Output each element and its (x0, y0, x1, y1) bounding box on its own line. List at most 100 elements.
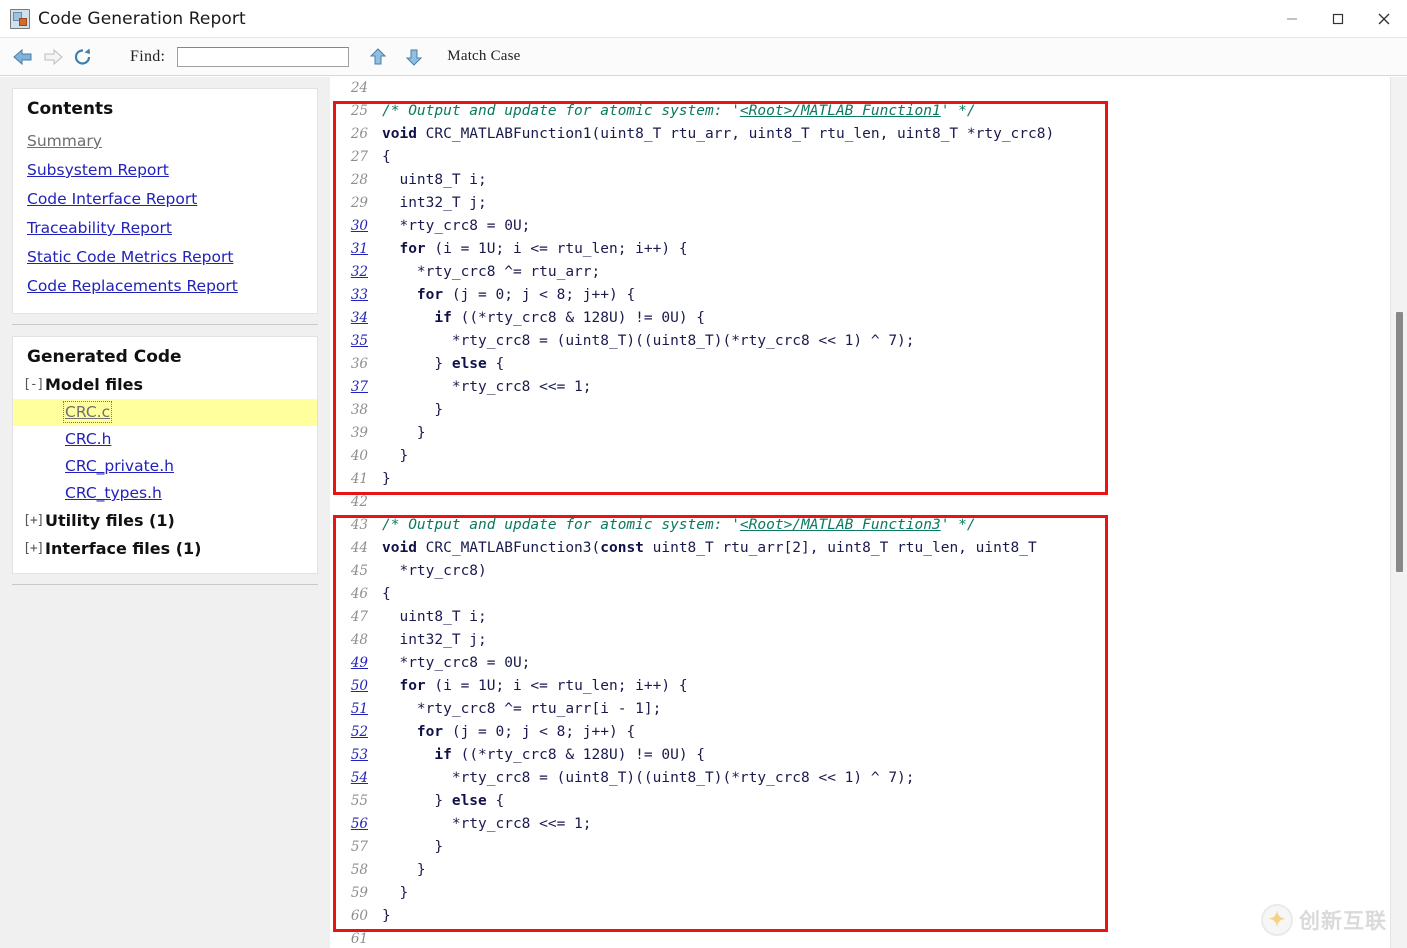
code-line: 26 void CRC_MATLABFunction1(uint8_T rtu_a… (346, 123, 1390, 146)
code-line-number-link[interactable]: 31 (346, 238, 382, 261)
find-label: Find: (130, 47, 166, 65)
code-text: } (382, 402, 444, 418)
contents-panel: Contents Summary Subsystem Report Code Int… (12, 88, 318, 314)
code-line-text: } else { (382, 353, 504, 376)
match-case-label[interactable]: Match Case (447, 48, 520, 65)
tree-group[interactable]: [+] Utility files (1) (13, 507, 317, 535)
traceability-link[interactable]: <Root>/MATLAB Function1 (740, 103, 941, 119)
code-viewer[interactable]: 24 25 /* Output and update for atomic syst… (330, 77, 1390, 948)
generated-code-title: Generated Code (27, 347, 182, 367)
code-keyword: else (451, 793, 487, 809)
code-line-text: uint8_T i; (382, 169, 486, 192)
file-link[interactable]: CRC_private.h (65, 457, 174, 475)
traceability-link[interactable]: <Root>/MATLAB Function3 (740, 517, 941, 533)
code-line-text: { (382, 583, 391, 606)
tree-file[interactable]: CRC_private.h (13, 453, 317, 480)
sidebar-link[interactable]: Subsystem Report (27, 161, 169, 179)
expand-toggle-icon[interactable]: [+] (23, 511, 45, 531)
code-line-text: } (382, 445, 408, 468)
sidebar-link-row[interactable]: Code Replacements Report (13, 272, 317, 301)
code-line-number-link[interactable]: 50 (346, 675, 382, 698)
code-line-text: *rty_crc8 = (uint8_T)((uint8_T)(*rty_crc… (382, 330, 915, 353)
tree-group[interactable]: [-] Model files (13, 371, 317, 399)
code-line-number: 36 (350, 356, 368, 372)
sidebar-link[interactable]: Summary (27, 132, 102, 150)
code-line-number: 48 (350, 632, 368, 648)
code-text: { (486, 793, 505, 809)
code-keyword: void (382, 126, 417, 142)
sidebar-link[interactable]: Static Code Metrics Report (27, 248, 233, 266)
code-text: } (382, 471, 391, 487)
code-line-number-link[interactable]: 56 (346, 813, 382, 836)
code-line-number-link[interactable]: 33 (346, 284, 382, 307)
code-text: { (486, 356, 505, 372)
code-line: 49 *rty_crc8 = 0U; (346, 652, 1390, 675)
code-line-number-link[interactable]: 35 (346, 330, 382, 353)
back-arrow-icon[interactable] (8, 42, 38, 72)
code-line-number: 29 (350, 195, 368, 211)
reload-icon[interactable] (68, 42, 98, 72)
sidebar-link-row[interactable]: Static Code Metrics Report (13, 243, 317, 272)
code-line-number-link[interactable]: 51 (346, 698, 382, 721)
maximize-button[interactable] (1315, 0, 1361, 38)
code-line-number-link[interactable]: 37 (346, 376, 382, 399)
code-comment: ' */ (940, 103, 976, 119)
sidebar-link[interactable]: Traceability Report (27, 219, 172, 237)
search-input[interactable] (177, 46, 350, 67)
code-keyword: for (399, 678, 426, 694)
file-link[interactable]: CRC_types.h (65, 484, 162, 502)
arrow-up-icon[interactable] (363, 42, 393, 72)
sidebar-link[interactable]: Code Interface Report (27, 190, 197, 208)
vertical-scrollbar[interactable] (1390, 77, 1407, 948)
code-line: 58 } (346, 859, 1390, 882)
code-line: 30 *rty_crc8 = 0U; (346, 215, 1390, 238)
expand-toggle-icon[interactable]: [+] (23, 539, 45, 559)
code-text: } (382, 908, 391, 924)
sidebar-link-row[interactable]: Summary (13, 127, 317, 156)
code-line-number: 25 (350, 103, 368, 119)
file-link[interactable]: CRC.h (65, 430, 111, 448)
code-line-number-link[interactable]: 34 (346, 307, 382, 330)
vertical-scrollbar-thumb[interactable] (1396, 312, 1403, 572)
code-text: *rty_crc8 <<= 1; (382, 816, 592, 832)
tree-group[interactable]: [+] Interface files (1) (13, 535, 317, 563)
code-line: 38 } (346, 399, 1390, 422)
code-keyword: const (600, 540, 644, 556)
code-line-number-link[interactable]: 54 (346, 767, 382, 790)
tree-file[interactable]: CRC_types.h (13, 480, 317, 507)
code-line-text: for (i = 1U; i <= rtu_len; i++) { (382, 675, 687, 698)
find-toolbar: Find: Match Case (0, 38, 1407, 76)
sidebar-link-row[interactable]: Subsystem Report (13, 156, 317, 185)
code-line-text: *rty_crc8 = 0U; (382, 652, 530, 675)
code-line-text: void CRC_MATLABFunction3(const uint8_T r… (382, 537, 1037, 560)
code-text: (j = 0; j < 8; j++) { (443, 724, 636, 740)
arrow-down-icon[interactable] (399, 42, 429, 72)
window-controls (1269, 0, 1407, 38)
code-line-text: if ((*rty_crc8 & 128U) != 0U) { (382, 744, 705, 767)
code-keyword: if (434, 310, 452, 326)
window-title-bar: Code Generation Report (0, 0, 1407, 38)
code-keyword: for (416, 287, 444, 303)
sidebar-link-row[interactable]: Code Interface Report (13, 185, 317, 214)
close-button[interactable] (1361, 0, 1407, 38)
code-line-number: 58 (350, 862, 368, 878)
code-line-number-link[interactable]: 32 (346, 261, 382, 284)
tree-file-selected[interactable]: CRC.c (13, 399, 317, 426)
sidebar-link[interactable]: Code Replacements Report (27, 277, 238, 295)
code-line-number-link[interactable]: 53 (346, 744, 382, 767)
code-text: int32_T j; (382, 195, 487, 211)
code-line-number-link[interactable]: 52 (346, 721, 382, 744)
code-line-number: 38 (350, 402, 368, 418)
sidebar-link-row[interactable]: Traceability Report (13, 214, 317, 243)
code-line: 36 } else { (346, 353, 1390, 376)
code-text: } (382, 862, 426, 878)
sidebar-divider (12, 324, 318, 325)
code-line-number-link[interactable]: 30 (346, 215, 382, 238)
app-icon (10, 8, 30, 29)
tree-file[interactable]: CRC.h (13, 426, 317, 453)
collapse-toggle-icon[interactable]: [-] (23, 375, 45, 395)
code-line-number-link[interactable]: 49 (346, 652, 382, 675)
file-link[interactable]: CRC.c (62, 401, 113, 423)
minimize-button[interactable] (1269, 0, 1315, 38)
